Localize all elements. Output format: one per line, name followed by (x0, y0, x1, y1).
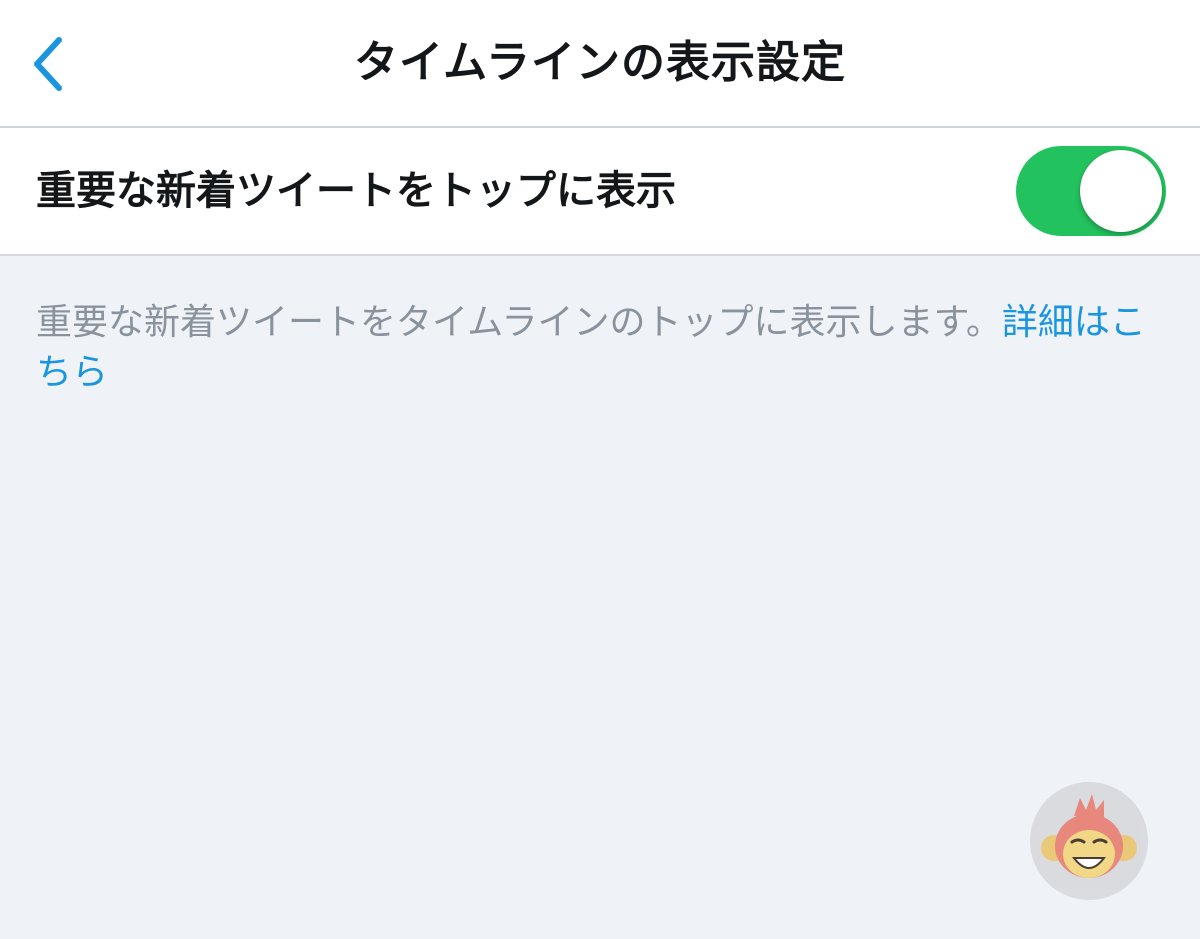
setting-label: 重要な新着ツイートをトップに表示 (36, 168, 676, 214)
navigation-bar: タイムラインの表示設定 (0, 0, 1200, 128)
setting-row-top-tweets: 重要な新着ツイートをトップに表示 (0, 128, 1200, 256)
monkey-logo-icon (1030, 782, 1148, 900)
description-text: 重要な新着ツイートをタイムラインのトップに表示します。 (36, 302, 1002, 343)
setting-description: 重要な新着ツイートをタイムラインのトップに表示します。詳細はこちら (36, 298, 1146, 398)
top-tweets-toggle[interactable] (1016, 146, 1166, 236)
page-title: タイムラインの表示設定 (354, 37, 846, 88)
toggle-knob (1080, 150, 1162, 232)
